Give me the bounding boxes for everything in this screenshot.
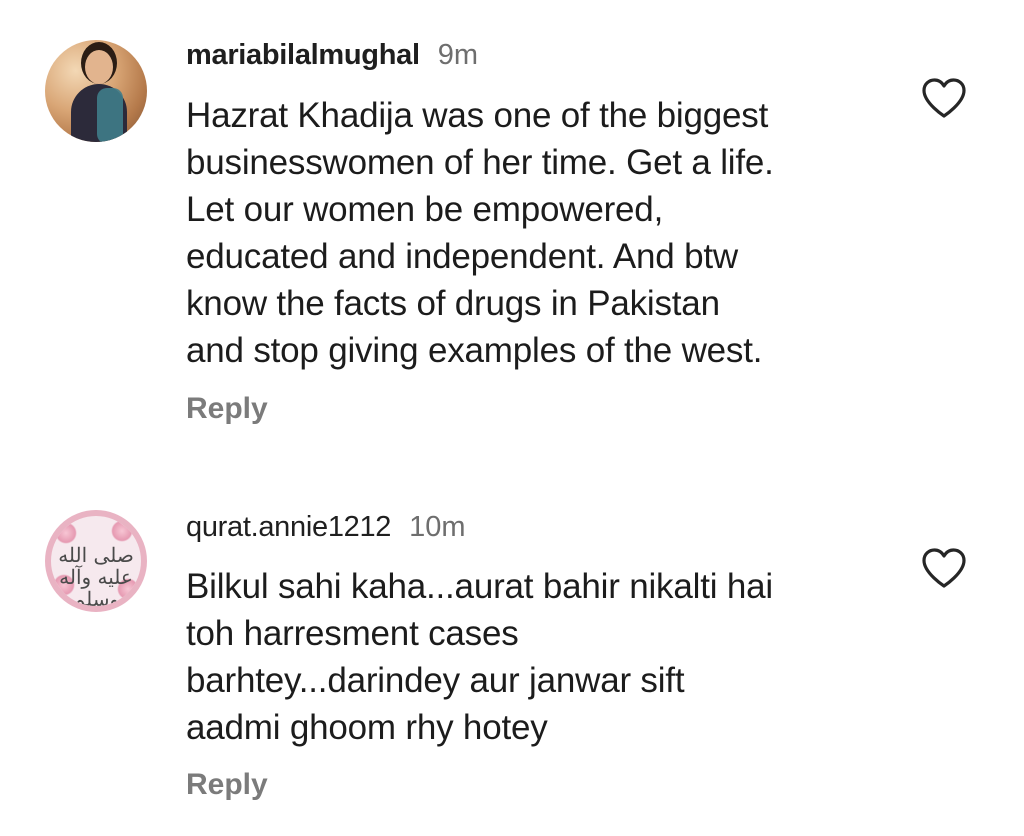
comment-text: Hazrat Khadija was one of the biggest bu… [186, 96, 774, 370]
heart-outline-icon[interactable] [921, 547, 967, 589]
comment-item: صلى الله عليه وآله وسلم qurat.annie1212 1… [0, 480, 1024, 836]
comment-meta: mariabilalmughal 9m [186, 38, 478, 72]
comment-timestamp: 10m [409, 511, 466, 543]
avatar-photo-scarf [97, 88, 123, 142]
reply-button[interactable]: Reply [186, 768, 268, 802]
flower-decoration [111, 520, 133, 542]
avatar[interactable]: صلى الله عليه وآله وسلم [45, 510, 147, 612]
username-link[interactable]: mariabilalmughal [186, 39, 420, 71]
username-link[interactable]: qurat.annie1212 [186, 511, 391, 543]
comment-item: mariabilalmughal 9m Hazrat Khadija was on… [0, 0, 1024, 440]
flower-decoration [55, 522, 77, 544]
comment-text: Bilkul sahi kaha...aurat bahir nikalti h… [186, 567, 773, 747]
reply-button[interactable]: Reply [186, 392, 268, 426]
avatar-photo-head [85, 50, 113, 84]
avatar-calligraphy: صلى الله عليه وآله وسلم [58, 543, 134, 611]
avatar[interactable] [45, 40, 147, 142]
heart-outline-icon[interactable] [921, 77, 967, 119]
comment-timestamp: 9m [437, 39, 479, 71]
comment-meta: qurat.annie1212 10m [186, 510, 466, 544]
